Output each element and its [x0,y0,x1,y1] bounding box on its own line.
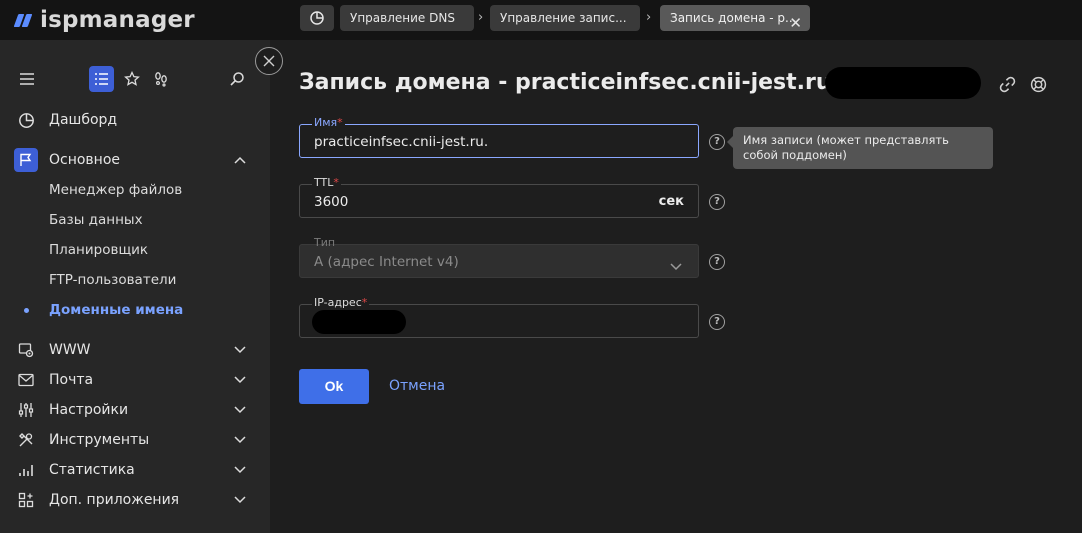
stats-icon [17,461,35,479]
name-field-label: Имя* [312,116,345,130]
logo-mark-icon [13,12,34,28]
sidebar-item-label: Менеджер файлов [49,182,183,198]
chevron-down-icon [234,344,246,356]
name-help-icon[interactable]: ? [709,134,725,150]
ttl-unit: сек [658,194,684,209]
type-select: Тип A (адрес Internet v4) [299,236,699,278]
ok-button[interactable]: Ok [299,369,369,404]
ip-address-field[interactable]: IP-адрес* [299,296,699,338]
sidebar-item-settings[interactable]: Настройки [0,395,270,425]
www-icon [17,341,35,359]
sidebar-item-label: Настройки [49,402,129,418]
sidebar-item-label: Статистика [49,462,135,478]
list-view-icon[interactable] [89,66,114,92]
name-tooltip: Имя записи (может представлять собой под… [727,127,993,169]
chevron-down-icon [234,464,246,476]
ip-address-field-label: IP-адрес* [312,296,370,310]
type-select-label: Тип [314,236,336,249]
ttl-field-value: 3600 [314,194,349,210]
sidebar-item-tools[interactable]: Инструменты [0,425,270,455]
sidebar-item-dashboard[interactable]: Дашборд [0,105,270,135]
sidebar-item-file-manager[interactable]: Менеджер файлов [0,175,270,205]
cancel-button[interactable]: Отмена [389,378,445,394]
redacted-area [312,310,406,334]
sidebar-item-label: WWW [49,342,91,358]
tools-icon [17,431,35,449]
sidebar-collapse-button[interactable] [255,47,283,75]
logo-text: ispmanager [40,7,195,33]
ip-help-icon[interactable]: ? [709,314,725,330]
close-icon [263,55,275,67]
ttl-field-label: TTL* [312,176,341,190]
sidebar-item-label: FTP-пользователи [49,272,177,288]
sidebar-item-domain-names[interactable]: Доменные имена [0,295,270,325]
sidebar-item-label: Основное [49,152,121,168]
name-field[interactable]: Имя* practiceinfsec.cnii-jest.ru. [299,116,699,158]
breadcrumb-domain-record-label: Запись домена - p... [670,11,797,25]
settings-sliders-icon [17,401,35,419]
sidebar-item-label: Почта [49,372,94,388]
star-icon[interactable] [122,66,142,92]
flag-icon [14,148,38,172]
chevron-up-icon [234,154,246,166]
top-bar: ispmanager › Управление DNS › Управление… [0,0,1082,40]
sidebar-item-main[interactable]: Основное [0,145,270,175]
chevron-down-icon [234,494,246,506]
chevron-down-icon [234,374,246,386]
sidebar-item-label: Планировщик [49,242,149,258]
sidebar-item-statistics[interactable]: Статистика [0,455,270,485]
sidebar-item-label: Базы данных [49,212,143,228]
type-select-value: A (адрес Internet v4) [314,254,459,270]
chevron-down-icon [670,256,682,275]
chevron-down-icon [234,434,246,446]
help-lifebuoy-icon[interactable] [1029,75,1047,93]
footprints-icon[interactable] [151,66,171,92]
close-icon[interactable]: ✕ [789,10,802,31]
mail-icon [17,371,35,389]
ttl-field[interactable]: TTL* 3600 сек [299,176,699,218]
name-field-value: practiceinfsec.cnii-jest.ru. [314,134,489,150]
breadcrumb-records-management[interactable]: Управление запис... [490,5,640,31]
breadcrumb-domain-record[interactable]: Запись домена - p... ✕ [660,5,810,31]
sidebar-item-mail[interactable]: Почта [0,365,270,395]
page-title: Запись домена - practiceinfsec.cnii-jest… [299,70,865,95]
breadcrumb-dns-management[interactable]: Управление DNS [340,5,474,31]
sidebar-toolbar [0,66,270,94]
active-dot-icon [24,308,29,313]
breadcrumb-separator-icon: › [478,10,484,25]
sidebar-item-label: Дашборд [49,112,118,128]
dashboard-icon [310,11,324,25]
sidebar-item-label: Инструменты [49,432,150,448]
sidebar: Дашборд Основное Менеджер файлов Базы да… [0,40,270,533]
sidebar-item-ftp-users[interactable]: FTP-пользователи [0,265,270,295]
dashboard-icon [17,111,35,129]
redacted-area [825,67,981,99]
apps-icon [17,491,35,509]
sidebar-item-label: Доменные имена [49,302,184,318]
ttl-help-icon[interactable]: ? [709,194,725,210]
chevron-down-icon [234,404,246,416]
link-icon[interactable] [998,75,1016,93]
menu-icon[interactable] [17,66,37,92]
sidebar-item-www[interactable]: WWW [0,335,270,365]
sidebar-item-label: Доп. приложения [49,492,180,508]
sidebar-item-extra-apps[interactable]: Доп. приложения [0,485,270,515]
breadcrumb-separator-icon: › [646,10,652,25]
sidebar-item-databases[interactable]: Базы данных [0,205,270,235]
logo[interactable]: ispmanager [13,6,195,34]
breadcrumb-home-button[interactable] [300,5,334,31]
search-icon[interactable] [227,66,247,92]
sidebar-item-scheduler[interactable]: Планировщик [0,235,270,265]
type-help-icon[interactable]: ? [709,254,725,270]
